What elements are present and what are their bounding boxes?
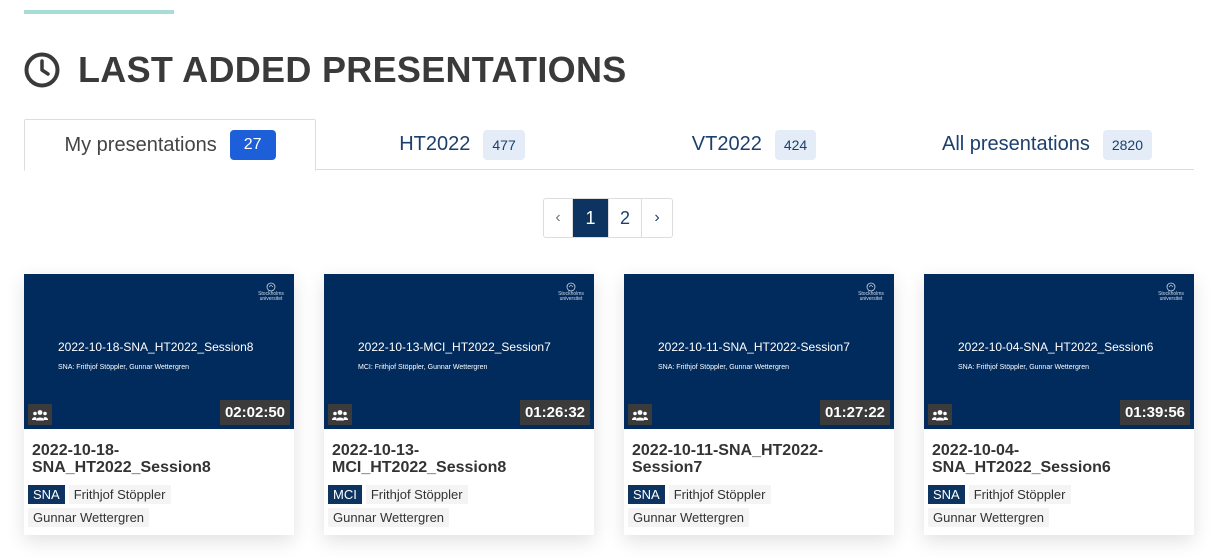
tag-list: MCI Frithjof Stöppler Gunnar Wettergren — [328, 485, 590, 531]
presentation-title[interactable]: 2022-10-04-SNA_HT2022_Session6 — [932, 442, 1186, 476]
presenter-tag[interactable]: Gunnar Wettergren — [328, 508, 450, 527]
duration-label: 01:39:56 — [1119, 400, 1190, 425]
presenter-tag[interactable]: Gunnar Wettergren — [628, 508, 750, 527]
tab-my-presentations[interactable]: My presentations 27 — [24, 119, 316, 171]
duration-label: 01:26:32 — [519, 400, 590, 425]
presentation-card[interactable]: Stockholms universitet 2022-10-18-SNA_HT… — [24, 274, 294, 535]
next-page-button[interactable]: › — [642, 199, 672, 237]
group-icon — [28, 404, 52, 425]
presentation-thumbnail[interactable]: Stockholms universitet 2022-10-18-SNA_HT… — [24, 274, 294, 429]
university-logo: Stockholms universitet — [856, 282, 886, 304]
slide-title: 2022-10-11-SNA_HT2022-Session7 — [658, 340, 850, 354]
count-badge: 27 — [229, 130, 276, 160]
duration-label: 01:27:22 — [819, 400, 890, 425]
presentation-title[interactable]: 2022-10-18-SNA_HT2022_Session8 — [32, 442, 286, 476]
group-icon — [328, 404, 352, 425]
group-icon — [628, 404, 652, 425]
course-tag[interactable]: SNA — [28, 485, 65, 504]
course-tag[interactable]: SNA — [628, 485, 665, 504]
logo-text-line: universitet — [259, 296, 283, 302]
page-2-button[interactable]: 2 — [609, 199, 642, 237]
tab-label: VT2022 — [691, 133, 762, 155]
slide-subtitle: SNA: Frithjof Stöppler, Gunnar Wettergre… — [958, 364, 1089, 371]
course-tag[interactable]: SNA — [928, 485, 965, 504]
slide-subtitle: SNA: Frithjof Stöppler, Gunnar Wettergre… — [658, 364, 789, 371]
slide-title: 2022-10-18-SNA_HT2022_Session8 — [58, 340, 254, 354]
page-title: LAST ADDED PRESENTATIONS — [78, 49, 627, 90]
duration-label: 02:02:50 — [219, 400, 290, 425]
university-logo: Stockholms universitet — [1156, 282, 1186, 304]
presentation-title[interactable]: 2022-10-13-MCI_HT2022_Session8 — [332, 442, 586, 476]
tab-ht2022[interactable]: HT2022 477 — [316, 119, 608, 170]
tag-list: SNA Frithjof Stöppler Gunnar Wettergren — [28, 485, 290, 531]
presentation-title[interactable]: 2022-10-11-SNA_HT2022-Session7 — [632, 442, 886, 476]
slide-title: 2022-10-04-SNA_HT2022_Session6 — [958, 340, 1154, 354]
course-tag[interactable]: MCI — [328, 485, 362, 504]
tab-all-presentations[interactable]: All presentations 2820 — [900, 119, 1194, 170]
presentation-thumbnail[interactable]: Stockholms universitet 2022-10-11-SNA_HT… — [624, 274, 894, 429]
presentation-thumbnail[interactable]: Stockholms universitet 2022-10-04-SNA_HT… — [924, 274, 1194, 429]
presentation-thumbnail[interactable]: Stockholms universitet 2022-10-13-MCI_HT… — [324, 274, 594, 429]
logo-text-line: universitet — [1159, 296, 1183, 302]
university-logo: Stockholms universitet — [556, 282, 586, 304]
presentation-card[interactable]: Stockholms universitet 2022-10-13-MCI_HT… — [324, 274, 594, 535]
slide-subtitle: MCI: Frithjof Stöppler, Gunnar Wettergre… — [358, 364, 488, 371]
slide-subtitle: SNA: Frithjof Stöppler, Gunnar Wettergre… — [58, 364, 189, 371]
tab-label: HT2022 — [399, 133, 471, 155]
tab-label: My presentations — [64, 133, 217, 156]
tag-list: SNA Frithjof Stöppler Gunnar Wettergren — [928, 485, 1190, 531]
presenter-tag[interactable]: Gunnar Wettergren — [28, 508, 150, 527]
top-accent-bar — [24, 10, 174, 14]
tab-label: All presentations — [941, 133, 1090, 155]
presenter-tag[interactable]: Frithjof Stöppler — [968, 485, 1071, 504]
presentation-card-list: Stockholms universitet 2022-10-18-SNA_HT… — [24, 274, 1194, 535]
group-icon — [928, 404, 952, 425]
presentation-card[interactable]: Stockholms universitet 2022-10-11-SNA_HT… — [624, 274, 894, 535]
page-1-button[interactable]: 1 — [573, 199, 609, 237]
count-badge: 424 — [774, 129, 817, 160]
presenter-tag[interactable]: Gunnar Wettergren — [928, 508, 1050, 527]
presenter-tag[interactable]: Frithjof Stöppler — [68, 485, 171, 504]
logo-text-line: universitet — [859, 296, 883, 302]
count-badge: 2820 — [1102, 129, 1153, 160]
count-badge: 477 — [483, 129, 525, 160]
clock-icon — [24, 52, 60, 88]
previous-page-button[interactable]: ‹ — [544, 199, 573, 237]
section-heading: LAST ADDED PRESENTATIONS — [24, 49, 627, 90]
slide-title: 2022-10-13-MCI_HT2022_Session7 — [358, 340, 551, 354]
tab-vt2022[interactable]: VT2022 424 — [608, 119, 900, 170]
presentation-tabs: My presentations 27 HT2022 477 VT2022 42… — [24, 119, 1194, 171]
tag-list: SNA Frithjof Stöppler Gunnar Wettergren — [628, 485, 890, 531]
university-logo: Stockholms universitet — [256, 282, 286, 304]
logo-text-line: universitet — [559, 296, 583, 302]
presentation-card[interactable]: Stockholms universitet 2022-10-04-SNA_HT… — [924, 274, 1194, 535]
pagination: ‹ 1 2 › — [543, 198, 673, 238]
presenter-tag[interactable]: Frithjof Stöppler — [668, 485, 771, 504]
presenter-tag[interactable]: Frithjof Stöppler — [365, 485, 468, 504]
